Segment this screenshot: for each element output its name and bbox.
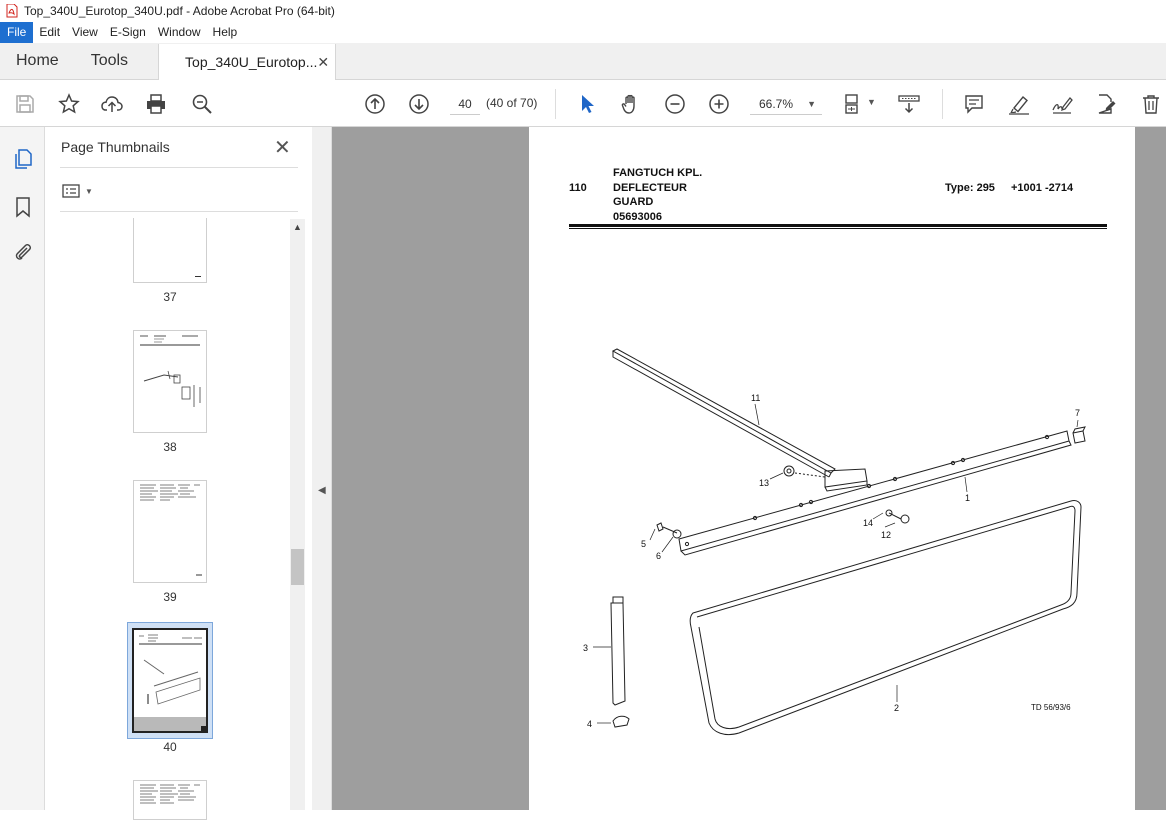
toolbar-divider [555,89,556,119]
callout-5: 5 [641,539,646,549]
thumbnail-label: 39 [163,590,177,604]
callout-12: 12 [881,530,891,540]
scroll-mode-icon[interactable] [897,92,921,116]
bookmarks-icon[interactable] [11,195,35,219]
zoom-level-select[interactable]: 66.7% ▼ [750,93,822,115]
toolbar: 40 (40 of 70) 66.7% ▼ ▼ [0,81,1166,127]
pdf-page: 110 FANGTUCH KPL. DEFLECTEUR GUARD 05693… [529,127,1135,810]
title-bar: Top_340U_Eurotop_340U.pdf - Adobe Acroba… [0,0,1166,22]
left-navigation-rail [0,127,45,810]
delete-icon[interactable] [1139,92,1163,116]
tab-bar: Home Tools Top_340U_Eurotop... ✕ [0,43,1166,80]
menu-file[interactable]: File [0,22,34,43]
thumbnail-page-41[interactable] [133,780,207,820]
document-viewer[interactable]: 110 FANGTUCH KPL. DEFLECTEUR GUARD 05693… [332,127,1166,810]
panel-collapse-handle[interactable]: ◀ [312,127,332,810]
sign-icon[interactable] [1050,92,1074,116]
tab-tools[interactable]: Tools [75,43,144,79]
thumbnail-page-38[interactable] [133,330,207,433]
menu-edit[interactable]: Edit [33,22,66,43]
page-thumbnails-icon[interactable] [11,147,35,171]
chevron-down-icon[interactable]: ▼ [867,97,876,107]
comment-icon[interactable] [962,92,986,116]
menu-window[interactable]: Window [152,22,207,43]
thumbnail-page-39[interactable] [133,480,207,583]
page-thumbnails-panel: Page Thumbnails ✕ ▼ 37 38 39 40 ▲ [46,127,312,820]
page-fit-icon[interactable] [842,92,866,116]
callout-6: 6 [656,551,661,561]
window-title: Top_340U_Eurotop_340U.pdf - Adobe Acroba… [24,4,335,18]
menu-bar: File Edit View E-Sign Window Help [0,22,1166,43]
thumbnail-page-40[interactable] [132,628,208,733]
pdf-file-icon [6,4,18,18]
scrollbar-thumb[interactable] [291,549,304,585]
menu-view[interactable]: View [66,22,104,43]
tab-document[interactable]: Top_340U_Eurotop... ✕ [158,44,337,80]
thumbnail-label: 40 [163,740,177,754]
thumbnail-scrollbar[interactable]: ▲ [290,219,305,810]
callout-13: 13 [759,478,769,488]
callout-11: 11 [751,393,760,403]
select-cursor-icon[interactable] [575,92,599,116]
drawing-reference: TD 56/93/6 [1031,703,1071,712]
zoom-out-icon[interactable] [663,92,687,116]
zoom-search-icon[interactable] [190,92,214,116]
chevron-down-icon: ▼ [85,186,93,196]
panel-title: Page Thumbnails [61,139,170,155]
zoom-level-value: 66.7% [759,97,794,111]
thumbnail-page-37[interactable] [133,218,207,283]
scroll-up-icon[interactable]: ▲ [293,222,302,232]
divider [60,211,298,212]
tab-home[interactable]: Home [0,43,75,79]
menu-help[interactable]: Help [207,22,244,43]
thumbnail-label: 38 [163,440,177,454]
page-down-icon[interactable] [407,92,431,116]
callout-14: 14 [863,518,873,528]
page-count: (40 of 70) [486,96,538,110]
toolbar-divider [942,89,943,119]
attachments-icon[interactable] [11,240,35,264]
close-tab-icon[interactable]: ✕ [317,54,329,71]
list-options-icon [62,184,80,198]
collapse-left-icon[interactable]: ◀ [318,485,326,496]
page-number-input[interactable]: 40 [450,93,480,115]
page-up-icon[interactable] [363,92,387,116]
close-panel-icon[interactable]: ✕ [274,135,291,160]
print-icon[interactable] [144,92,168,116]
divider [60,167,298,168]
callout-2: 2 [894,703,899,713]
callout-3: 3 [583,643,588,653]
zoom-in-icon[interactable] [707,92,731,116]
highlight-icon[interactable] [1007,92,1031,116]
thumbnail-label: 37 [163,290,177,304]
save-icon[interactable] [13,92,37,116]
chevron-down-icon: ▼ [807,99,816,109]
menu-esign[interactable]: E-Sign [104,22,152,43]
upload-icon[interactable] [100,92,124,116]
hand-icon[interactable] [619,92,643,116]
exploded-parts-drawing: 11 7 13 1 14 12 5 6 3 2 4 TD 56/93/6 [583,348,1086,736]
bookmark-star-icon[interactable] [57,92,81,116]
document-tab-label: Top_340U_Eurotop... [185,54,318,70]
callout-1: 1 [965,493,970,503]
callout-4: 4 [587,719,592,729]
thumbnail-options-button[interactable]: ▼ [62,181,98,201]
callout-7: 7 [1075,408,1080,418]
edit-pdf-icon[interactable] [1094,92,1118,116]
